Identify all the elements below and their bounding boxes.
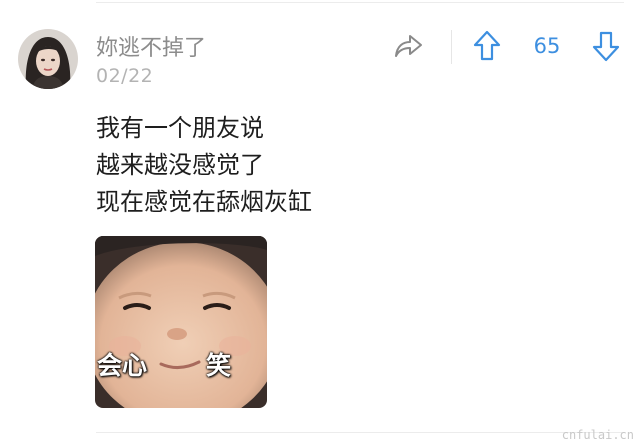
post-content: 我有一个朋友说 越来越没感觉了 现在感觉在舔烟灰缸: [96, 110, 312, 221]
content-line: 我有一个朋友说: [96, 114, 264, 142]
downvote-button[interactable]: [592, 30, 620, 62]
baby-face-image: [95, 236, 267, 408]
share-arrow-icon: [395, 35, 422, 57]
vote-count: 65: [533, 34, 561, 58]
post-date: 02/22: [96, 65, 154, 87]
meme-image[interactable]: 会心 笑: [95, 236, 267, 408]
meme-caption: 会心 笑: [95, 346, 267, 380]
username[interactable]: 妳逃不掉了: [96, 30, 206, 62]
action-separator: [451, 30, 452, 64]
meme-caption-left: 会心: [97, 351, 148, 380]
bottom-divider: [96, 432, 624, 433]
upvote-button[interactable]: [473, 30, 501, 62]
upvote-arrow-icon: [473, 30, 501, 61]
watermark: cnfulai.cn: [561, 428, 634, 442]
meme-caption-right: 笑: [206, 351, 232, 380]
avatar-image: [18, 29, 78, 89]
top-divider: [96, 2, 624, 3]
downvote-arrow-icon: [592, 31, 620, 62]
content-line: 越来越没感觉了: [96, 151, 264, 179]
content-line: 现在感觉在舔烟灰缸: [96, 188, 312, 216]
avatar[interactable]: [18, 29, 78, 89]
share-button[interactable]: [392, 32, 424, 60]
